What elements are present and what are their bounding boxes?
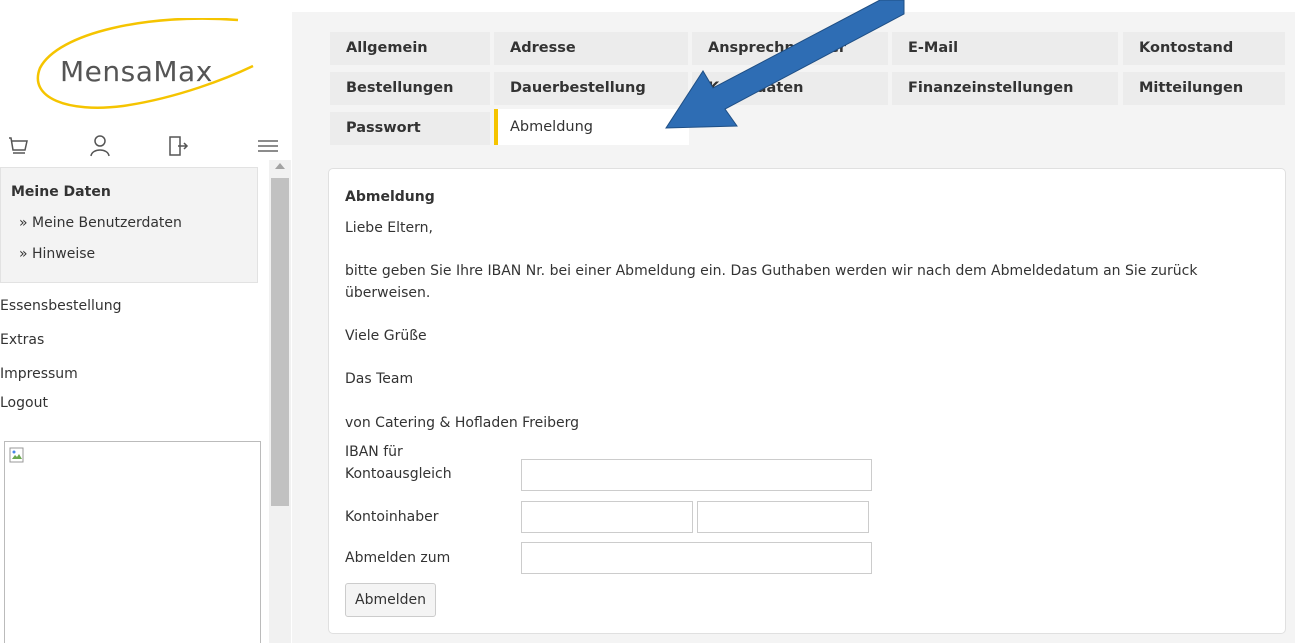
tab-finanzeinstellungen[interactable]: Finanzeinstellungen [892,72,1118,105]
company-text: von Catering & Hofladen Freiberg [345,415,580,431]
tab-passwort[interactable]: Passwort [330,112,490,145]
scrollbar-thumb[interactable] [271,178,289,506]
greeting-text: Liebe Eltern, [345,220,433,236]
logout-icon[interactable] [166,134,190,158]
tab-bestellungen[interactable]: Bestellungen [330,72,490,105]
tab-ansprechpartner[interactable]: Ansprechpartner [692,32,888,65]
logo-text: MensaMax [60,55,213,88]
sidebar-item-extras[interactable]: Extras [0,332,44,348]
sidebar-scrollbar[interactable] [269,160,291,643]
regards-text: Viele Grüße [345,328,427,344]
sidebar-item-benutzerdaten[interactable]: » Meine Benutzerdaten [19,215,182,231]
message-line-2: überweisen. [345,285,431,301]
holder-label: Kontoinhaber [345,509,439,525]
sidebar-item-logout[interactable]: Logout [0,395,48,411]
team-text: Das Team [345,371,414,387]
sidebar: MensaMax Meine Daten » Meine Benutzerdat… [0,0,292,643]
iban-label: IBAN für Kontoausgleich [345,441,452,485]
user-icon[interactable] [88,134,112,158]
date-label: Abmelden zum [345,550,451,566]
message-line-1: bitte geben Sie Ihre IBAN Nr. bei einer … [345,263,1198,279]
main-content: Allgemein Adresse Ansprechpartner E-Mail… [292,12,1295,643]
tab-mitteilungen[interactable]: Mitteilungen [1123,72,1285,105]
tab-allgemein[interactable]: Allgemein [330,32,490,65]
iban-input[interactable] [521,459,872,491]
broken-image-icon [9,447,24,463]
tab-email[interactable]: E-Mail [892,32,1118,65]
menu-icon[interactable] [256,134,280,158]
meine-daten-box: Meine Daten » Meine Benutzerdaten » Hinw… [0,167,258,283]
date-input[interactable] [521,542,872,574]
sidebar-section-title[interactable]: Meine Daten [11,184,111,200]
tab-kontodaten[interactable]: Kontodaten [692,72,888,105]
abmelden-button[interactable]: Abmelden [345,583,436,617]
sidebar-item-impressum[interactable]: Impressum [0,366,78,382]
image-placeholder [4,441,261,643]
tab-adresse[interactable]: Adresse [494,32,688,65]
cart-icon[interactable] [6,134,30,158]
holder-first-name-input[interactable] [521,501,693,533]
tab-abmeldung[interactable]: Abmeldung [494,109,689,145]
iban-label-line-2: Kontoausgleich [345,466,452,482]
holder-last-name-input[interactable] [697,501,869,533]
sidebar-item-essensbestellung[interactable]: Essensbestellung [0,298,122,314]
card-title: Abmeldung [345,189,435,205]
tab-dauerbestellung[interactable]: Dauerbestellung [494,72,688,105]
sidebar-item-hinweise[interactable]: » Hinweise [19,246,95,262]
scroll-up-icon[interactable] [275,163,285,169]
tab-kontostand[interactable]: Kontostand [1123,32,1285,65]
abmeldung-card: Abmeldung Liebe Eltern, bitte geben Sie … [328,168,1286,634]
iban-label-line-1: IBAN für [345,444,403,460]
